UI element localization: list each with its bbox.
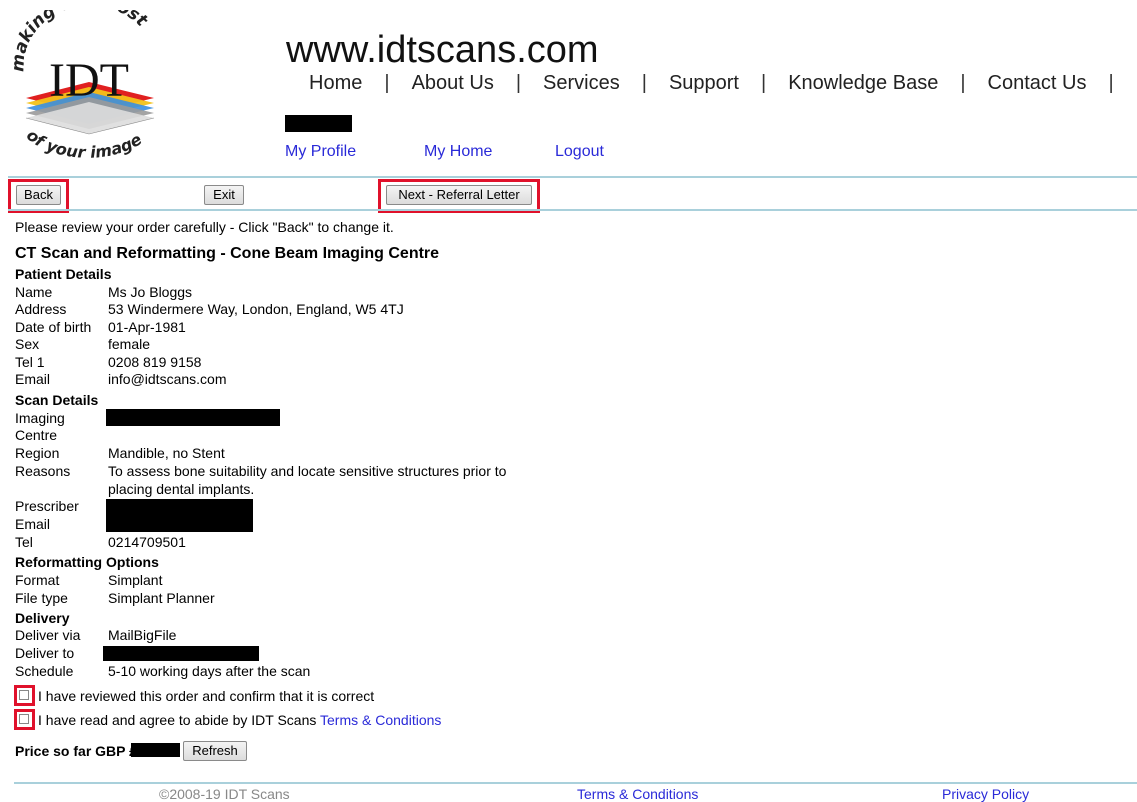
delivery-heading: Delivery bbox=[15, 610, 70, 626]
nav-separator: | bbox=[515, 72, 522, 94]
nav-separator: | bbox=[761, 72, 767, 94]
main-navigation: Home | About Us | Services | Support | K… bbox=[290, 72, 1120, 95]
scan-details-heading: Scan Details bbox=[15, 392, 99, 408]
footer-rule bbox=[14, 782, 1137, 784]
patient-address-value: 53 Windermere Way, London, England, W5 4… bbox=[108, 301, 404, 317]
patient-address-label: Address bbox=[15, 301, 67, 317]
refresh-button[interactable]: Refresh bbox=[183, 741, 247, 761]
redacted-username bbox=[285, 115, 352, 132]
nav-knowledge-base[interactable]: Knowledge Base bbox=[772, 72, 954, 95]
schedule-label: Schedule bbox=[15, 663, 74, 679]
file-type-label: File type bbox=[15, 590, 68, 606]
patient-sex-value: female bbox=[108, 336, 151, 352]
agree-checkbox[interactable] bbox=[19, 714, 29, 724]
toolbar-top-rule bbox=[8, 176, 1137, 178]
patient-sex-label: Sex bbox=[15, 336, 40, 352]
patient-name-label: Name bbox=[15, 284, 53, 300]
order-title: CT Scan and Reformatting - Cone Beam Ima… bbox=[15, 245, 440, 262]
deliver-to-label: Deliver to bbox=[15, 645, 75, 661]
nav-separator: | bbox=[1108, 72, 1114, 94]
reasons-value-line2: placing dental implants. bbox=[108, 481, 255, 497]
region-label: Region bbox=[15, 445, 60, 461]
prescriber-tel-label: Tel bbox=[15, 534, 33, 550]
deliver-via-value: MailBigFile bbox=[108, 627, 177, 643]
nav-services[interactable]: Services bbox=[527, 72, 636, 95]
reasons-value-line1: To assess bone suitability and locate se… bbox=[108, 463, 507, 479]
agree-label-text: I have read and agree to abide by IDT Sc… bbox=[38, 712, 321, 728]
review-instructions: Please review your order carefully - Cli… bbox=[15, 219, 394, 235]
my-profile-link[interactable]: My Profile bbox=[285, 143, 356, 161]
imaging-centre-label: Imaging bbox=[15, 410, 65, 426]
format-value: Simplant bbox=[108, 572, 163, 588]
patient-name-value: Ms Jo Bloggs bbox=[108, 284, 193, 300]
schedule-value: 5-10 working days after the scan bbox=[108, 663, 311, 679]
patient-dob-label: Date of birth bbox=[15, 319, 92, 335]
format-label: Format bbox=[15, 572, 60, 588]
logout-link[interactable]: Logout bbox=[555, 143, 604, 161]
reformatting-options-heading: Reformatting Options bbox=[15, 554, 159, 570]
site-url-heading: www.idtscans.com bbox=[286, 29, 599, 71]
nav-separator: | bbox=[384, 72, 390, 94]
redacted-prescriber bbox=[106, 499, 253, 532]
reasons-label: Reasons bbox=[15, 463, 71, 479]
idt-logo[interactable]: making the most IDT of your image bbox=[8, 0, 164, 170]
file-type-value: Simplant Planner bbox=[108, 590, 215, 606]
prescriber-tel-value: 0214709501 bbox=[108, 534, 186, 550]
patient-details-heading: Patient Details bbox=[15, 266, 112, 282]
toolbar-bottom-rule bbox=[8, 209, 1137, 211]
price-label: Price so far GBP £ bbox=[15, 743, 137, 759]
nav-support[interactable]: Support bbox=[653, 72, 755, 95]
my-home-link[interactable]: My Home bbox=[424, 143, 492, 161]
redacted-price bbox=[131, 743, 180, 757]
agree-checkbox-label: I have read and agree to abide by IDT Sc… bbox=[38, 712, 441, 730]
next-referral-letter-button[interactable]: Next - Referral Letter bbox=[386, 185, 532, 205]
deliver-via-label: Deliver via bbox=[15, 627, 81, 643]
back-button[interactable]: Back bbox=[16, 185, 61, 205]
nav-about-us[interactable]: About Us bbox=[396, 72, 510, 95]
patient-email-label: Email bbox=[15, 371, 51, 387]
patient-tel-label: Tel 1 bbox=[15, 354, 45, 370]
redacted-deliver-to bbox=[103, 646, 259, 661]
nav-home[interactable]: Home bbox=[290, 72, 378, 95]
prescriber-email-label: Email bbox=[15, 516, 51, 532]
patient-email-value: info@idtscans.com bbox=[108, 371, 227, 387]
terms-conditions-link[interactable]: Terms & Conditions bbox=[320, 712, 441, 728]
region-value: Mandible, no Stent bbox=[108, 445, 225, 461]
reviewed-checkbox-label: I have reviewed this order and confirm t… bbox=[38, 688, 375, 704]
imaging-centre-label-cont: Centre bbox=[15, 427, 58, 443]
logo-wordmark: IDT bbox=[49, 54, 129, 107]
patient-dob-value: 01-Apr-1981 bbox=[108, 319, 186, 335]
patient-tel-value: 0208 819 9158 bbox=[108, 354, 202, 370]
nav-separator: | bbox=[960, 72, 966, 94]
prescriber-label: Prescriber bbox=[15, 498, 79, 514]
reviewed-checkbox[interactable] bbox=[19, 690, 29, 700]
redacted-imaging-centre bbox=[106, 409, 280, 426]
nav-contact-us[interactable]: Contact Us bbox=[972, 72, 1103, 95]
nav-separator: | bbox=[641, 72, 647, 94]
exit-button[interactable]: Exit bbox=[204, 185, 244, 205]
